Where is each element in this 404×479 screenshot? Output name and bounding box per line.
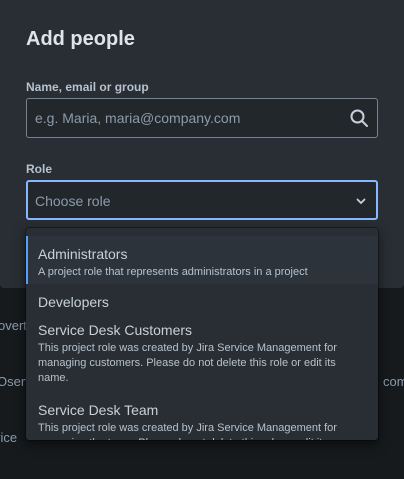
option-label: Service Desk Customers (38, 322, 193, 338)
role-dropdown-menu: Administrators A project role that repre… (26, 228, 378, 440)
option-description: This project role was created by Jira Se… (38, 342, 337, 384)
background-text: overt (0, 318, 27, 333)
search-icon[interactable] (349, 108, 369, 128)
modal-title: Add people (26, 28, 135, 50)
role-option-administrators[interactable]: Administrators A project role that repre… (26, 236, 378, 284)
role-option-service-desk-customers[interactable]: Service Desk Customers This project role… (26, 318, 378, 398)
role-field-label: Role (26, 162, 53, 176)
option-label: Developers (38, 294, 109, 310)
role-option-service-desk-team[interactable]: Service Desk Team This project role was … (26, 398, 378, 440)
background-text: vice (0, 430, 18, 445)
option-description: A project role that represents administr… (38, 266, 308, 278)
option-description: This project role was created by Jira Se… (38, 422, 361, 440)
role-option-developers[interactable]: Developers (26, 288, 378, 318)
role-select[interactable]: Choose role (26, 180, 378, 220)
role-select-value: Choose role (35, 193, 111, 209)
option-label: Service Desk Team (38, 402, 159, 418)
background-text: com (383, 374, 404, 389)
name-search-field[interactable] (26, 98, 378, 138)
chevron-down-icon[interactable] (354, 194, 368, 208)
name-search-input[interactable] (27, 99, 337, 137)
option-label: Administrators (38, 246, 128, 262)
name-field-label: Name, email or group (26, 80, 149, 94)
